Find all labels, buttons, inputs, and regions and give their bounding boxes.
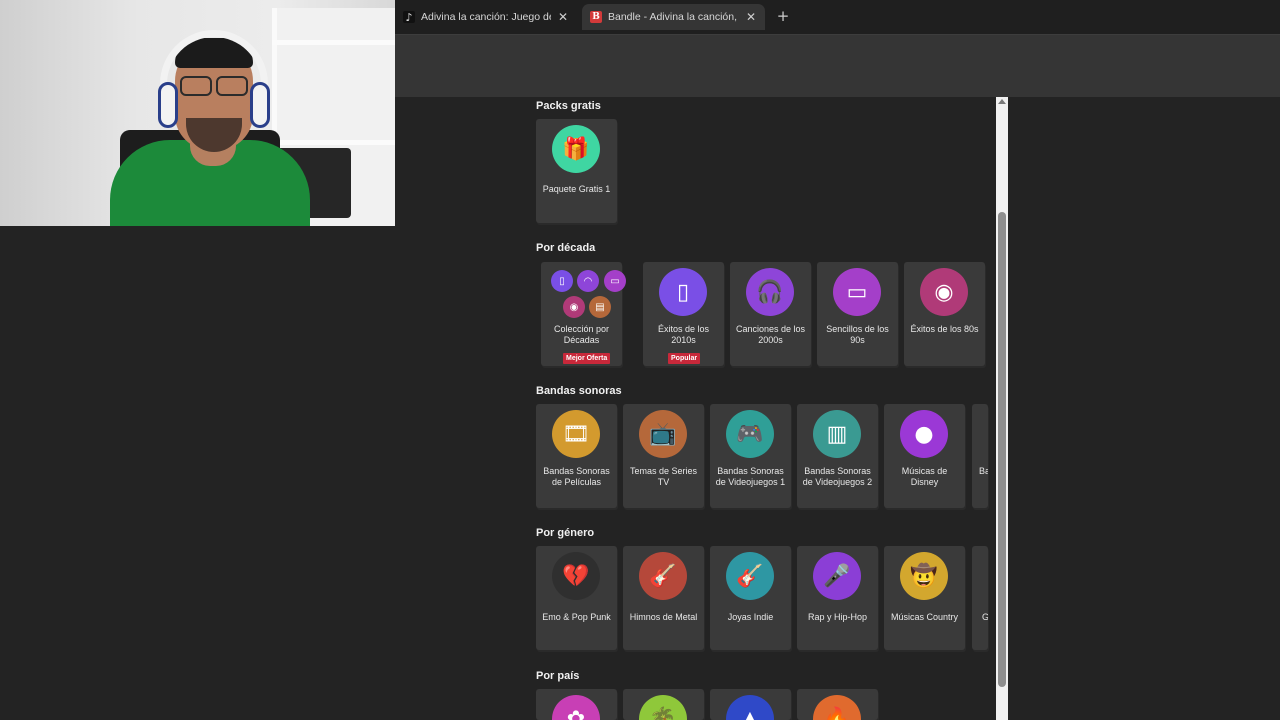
tv-icon: 📺 — [639, 410, 687, 458]
webcam-shelf-board — [272, 140, 395, 145]
mouse-ears-icon: ● — [900, 410, 948, 458]
collection-icon: ▯ ◠ ▭ ◉ ▤ — [551, 270, 626, 322]
webcam-overlay — [0, 0, 395, 226]
screen: ♪ Adivina la canción: Juego de im ✕ B Ba… — [0, 0, 1280, 720]
vinyl-icon: ◉ — [920, 268, 968, 316]
palm-tree-icon: 🌴 — [639, 695, 687, 720]
card-label: Ba — [979, 466, 988, 476]
pack-card-country-2[interactable]: 🌴 — [623, 689, 704, 720]
electric-guitar-icon: 🎸 — [639, 552, 687, 600]
smartphone-icon: ▯ — [659, 268, 707, 316]
card-label: Colección por Décadas — [553, 324, 610, 345]
card-label: Bandas Sonoras de Videojuegos 1 — [715, 466, 786, 487]
card-label: Bandas Sonoras de Películas — [543, 466, 610, 487]
headphones-cup-right — [250, 82, 270, 128]
pack-card-country-1[interactable]: ✿ — [536, 689, 617, 720]
tower-icon: ▲ — [726, 695, 774, 720]
film-strip-icon: 🎞 — [552, 410, 600, 458]
cowboy-hat-icon: 🤠 — [900, 552, 948, 600]
pack-card-videojuegos-1[interactable]: 🎮 Bandas Sonoras de Videojuegos 1 — [710, 404, 791, 508]
gift-icon: 🎁 — [552, 125, 600, 173]
pack-card-musicas-country[interactable]: 🤠 Músicas Country — [884, 546, 965, 650]
broken-heart-icon: 💔 — [552, 552, 600, 600]
scroll-up-arrow-icon[interactable] — [998, 99, 1006, 104]
microphone-icon: 🎤 — [813, 552, 861, 600]
best-offer-badge: Mejor Oferta — [563, 353, 611, 364]
card-label: Músicas de Disney — [901, 466, 948, 487]
bandle-icon: B — [590, 11, 602, 23]
flame-icon: 🔥 — [813, 695, 861, 720]
headphones-icon: ◠ — [577, 270, 599, 292]
card-label: Músicas Country — [890, 612, 959, 622]
close-icon[interactable]: ✕ — [745, 10, 757, 24]
vinyl-icon: ◉ — [563, 296, 585, 318]
pack-card-coleccion-por-decadas[interactable]: ▯ ◠ ▭ ◉ ▤ Colección por Décadas Mejor Of… — [541, 262, 626, 366]
radio-icon: ▤ — [589, 296, 611, 318]
card-label: Canciones de los 2000s — [735, 324, 806, 345]
card-label: Emo & Pop Punk — [542, 612, 611, 622]
card-label: Bandas Sonoras de Videojuegos 2 — [802, 466, 873, 487]
tab-title: Bandle - Adivina la canción, un — [608, 11, 739, 23]
pack-card-himnos-metal[interactable]: 🎸 Himnos de Metal — [623, 546, 704, 650]
gamepad-icon: 🎮 — [726, 410, 774, 458]
card-label: Temas de Series TV — [629, 466, 698, 487]
pack-card-temas-series-tv[interactable]: 📺 Temas de Series TV — [623, 404, 704, 508]
pack-card-paquete-gratis-1[interactable]: 🎁 Paquete Gratis 1 — [536, 119, 617, 223]
section-title-por-genero: Por género — [536, 527, 595, 539]
pack-card-videojuegos-2[interactable]: ▥ Bandas Sonoras de Videojuegos 2 — [797, 404, 878, 508]
headphones-cup-left — [158, 82, 178, 128]
pack-card-canciones-2000s[interactable]: 🎧 Canciones de los 2000s — [730, 262, 811, 366]
card-label: Éxitos de los 80s — [910, 324, 979, 334]
close-icon[interactable]: ✕ — [557, 10, 569, 24]
pack-card-country-3[interactable]: ▲ — [710, 689, 791, 720]
pack-card-rap-hip-hop[interactable]: 🎤 Rap y Hip-Hop — [797, 546, 878, 650]
page-scrollbar[interactable] — [996, 97, 1008, 720]
card-label: Sencillos de los 90s — [826, 324, 889, 345]
pack-card-joyas-indie[interactable]: 🎸 Joyas Indie — [710, 546, 791, 650]
pack-card-musicas-disney[interactable]: ● Músicas de Disney — [884, 404, 965, 508]
popular-badge: Popular — [668, 353, 701, 364]
browser-tab-bandle[interactable]: B Bandle - Adivina la canción, un ✕ — [582, 4, 765, 30]
section-title-packs-gratis: Packs gratis — [536, 100, 601, 112]
card-label: Joyas Indie — [727, 612, 774, 622]
pack-card-exitos-2010s[interactable]: ▯ Éxitos de los 2010s Popular — [643, 262, 724, 366]
cassette-icon: ▭ — [833, 268, 881, 316]
tiktok-icon: ♪ — [403, 11, 415, 24]
card-label: Himnos de Metal — [629, 612, 698, 622]
pack-card-sencillos-90s[interactable]: ▭ Sencillos de los 90s — [817, 262, 898, 366]
smartphone-icon: ▯ — [551, 270, 573, 292]
pack-card-partial[interactable]: Ba — [972, 404, 988, 508]
card-label: Paquete Gratis 1 — [542, 184, 611, 194]
section-title-por-pais: Por país — [536, 670, 580, 682]
pack-card-country-4[interactable]: 🔥 — [797, 689, 878, 720]
acoustic-guitar-icon: 🎸 — [726, 552, 774, 600]
new-tab-button[interactable]: + — [775, 7, 791, 25]
handheld-console-icon: ▥ — [813, 410, 861, 458]
country-pink-icon: ✿ — [552, 695, 600, 720]
cassette-icon: ▭ — [604, 270, 626, 292]
tab-title: Adivina la canción: Juego de im — [421, 11, 551, 23]
pack-card-partial[interactable]: G — [972, 546, 988, 650]
section-title-por-decada: Por década — [536, 242, 596, 254]
card-label: Rap y Hip-Hop — [807, 612, 868, 622]
browser-tab-tiktok[interactable]: ♪ Adivina la canción: Juego de im ✕ — [395, 4, 577, 30]
scroll-thumb[interactable] — [998, 212, 1006, 687]
webcam-shelf-board — [272, 40, 395, 45]
pack-card-bandas-sonoras-peliculas[interactable]: 🎞 Bandas Sonoras de Películas — [536, 404, 617, 508]
section-title-bandas-sonoras: Bandas sonoras — [536, 385, 622, 397]
pack-card-emo-pop-punk[interactable]: 💔 Emo & Pop Punk — [536, 546, 617, 650]
headphones-icon: 🎧 — [746, 268, 794, 316]
pack-card-exitos-80s[interactable]: ◉ Éxitos de los 80s — [904, 262, 985, 366]
card-label: Éxitos de los 2010s — [657, 324, 710, 345]
card-label: G — [982, 612, 988, 622]
